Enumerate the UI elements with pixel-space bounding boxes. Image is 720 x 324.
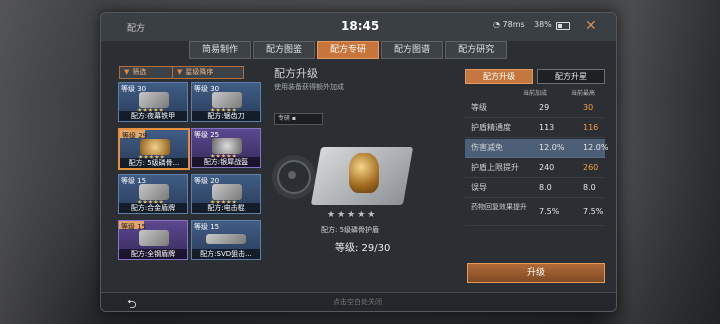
recipe-name: 配方:电击棍 <box>192 203 260 213</box>
recipe-card[interactable]: 等级 20 ★★★★★ 配方:电击棍 <box>191 174 261 214</box>
stats-panel: 配方升级 配方升星 当前加成 当前最高 等级 29 30 护盾精通度 113 1… <box>465 65 608 295</box>
window-title: 配方 <box>127 24 146 34</box>
recipe-panel: 配方 18:45 ◔ 78ms 38% ✕ 简易制作 配方图鉴 配方专研 配方图… <box>100 12 617 312</box>
tab-recipe-research[interactable]: 配方研究 <box>445 41 508 59</box>
detail-level: 等级: 29/30 <box>335 243 391 254</box>
stat-row-highlighted: 伤害减免 12.0% 12.0% <box>465 139 608 158</box>
dropdown-arrow-icon: ▼ <box>124 68 130 76</box>
tab-recipe-star[interactable]: 配方升星 <box>537 69 605 84</box>
stat-row: 药物回复效果提升 7.5% 7.5% <box>465 199 605 226</box>
helmet-icon <box>212 138 242 154</box>
stat-row: 误导 8.0 8.0 <box>465 179 605 198</box>
upgrade-button[interactable]: 升级 <box>467 263 605 283</box>
recipe-card[interactable]: 等级 15 ★★★★★ 配方:合金盾牌 <box>118 174 188 214</box>
shield-icon <box>139 184 169 200</box>
recipe-name: 配方:全钢盾牌 <box>119 249 187 259</box>
column-max: 当前最高 <box>571 90 596 97</box>
rifle-icon <box>206 234 246 244</box>
recipe-name: 配方:SVD狙击... <box>192 249 260 259</box>
detail-stars: ★★★★★ <box>327 210 378 220</box>
sort-button[interactable]: ▼ 星级降序 <box>172 66 244 79</box>
shield-icon <box>140 139 170 155</box>
detail-title: 配方升级 <box>274 67 318 80</box>
recipe-name: 配方:锯齿刀 <box>192 111 260 121</box>
recipe-name: 配方:夜幕铁甲 <box>119 111 187 121</box>
title-bar: 配方 18:45 ◔ 78ms 38% ✕ <box>101 13 616 41</box>
wifi-status: ◔ 78ms <box>493 20 525 29</box>
battery-level: 38% <box>534 20 552 29</box>
recipe-name: 配方:合金盾牌 <box>119 203 187 213</box>
filter-button[interactable]: ▼ 筛选 <box>119 66 179 79</box>
shield-icon <box>139 230 169 246</box>
battery-icon <box>556 22 570 30</box>
blade-icon <box>212 92 242 108</box>
recipe-card[interactable]: 等级 30 ★★★★★ 配方:锯齿刀 <box>191 82 261 122</box>
recipe-card[interactable]: 等级 15 配方:全钢盾牌 <box>118 220 188 260</box>
target-ring-icon <box>277 160 311 194</box>
recipe-list: ▼筛选 ▼星级降序 等级 30 ★★★★★ 配方:夜幕铁甲 等级 30 ★★★★… <box>113 66 261 286</box>
main-tabs: 简易制作 配方图鉴 配方专研 配方图谱 配方研究 <box>189 41 509 59</box>
tab-recipe-atlas[interactable]: 配方图谱 <box>381 41 444 59</box>
detail-name: 配方: 5级磷骨护盾 <box>321 226 380 234</box>
recipe-card[interactable]: 等级 15 配方:SVD狙击... <box>191 220 261 260</box>
recipe-detail: 配方升级 使用装备获得额外加成 专研 ▪ ★★★★★ 配方: 5级磷骨护盾 等级… <box>271 65 461 295</box>
stat-row: 护盾精通度 113 116 <box>465 119 605 138</box>
detail-subtitle: 使用装备获得额外加成 <box>274 83 344 91</box>
study-tag[interactable]: 专研 ▪ <box>274 113 323 125</box>
recipe-card-selected[interactable]: 等级 29 ★★★★★ 配方: 5级磷骨... <box>118 128 190 170</box>
close-icon[interactable]: ✕ <box>585 18 597 34</box>
tab-recipe-study[interactable]: 配方专研 <box>317 41 380 59</box>
recipe-card[interactable]: 等级 25 ★★★★★ 配方:银犀战盔 <box>191 128 261 168</box>
recipe-name: 配方:银犀战盔 <box>192 157 260 167</box>
close-hint: 点击空白处关闭 <box>333 298 382 306</box>
recipe-name: 配方: 5级磷骨... <box>120 158 188 168</box>
bottom-bar: ⮌ 点击空白处关闭 <box>101 292 616 311</box>
column-current: 当前加成 <box>523 90 548 97</box>
stat-row: 护盾上限提升 240 260 <box>465 159 605 178</box>
stat-row: 等级 29 30 <box>465 99 605 118</box>
tab-simple-craft[interactable]: 简易制作 <box>189 41 252 59</box>
recipe-level: 等级 15 <box>194 223 220 231</box>
clock: 18:45 <box>341 19 380 33</box>
back-arrow-icon[interactable]: ⮌ <box>127 295 137 311</box>
baton-icon <box>212 184 242 200</box>
dropdown-arrow-icon: ▼ <box>177 68 183 76</box>
recipe-card[interactable]: 等级 30 ★★★★★ 配方:夜幕铁甲 <box>118 82 188 122</box>
bone-shield-icon <box>349 153 379 193</box>
tab-recipe-upgrade[interactable]: 配方升级 <box>465 69 533 84</box>
armor-icon <box>139 92 169 108</box>
tab-recipe-codex[interactable]: 配方图鉴 <box>253 41 316 59</box>
